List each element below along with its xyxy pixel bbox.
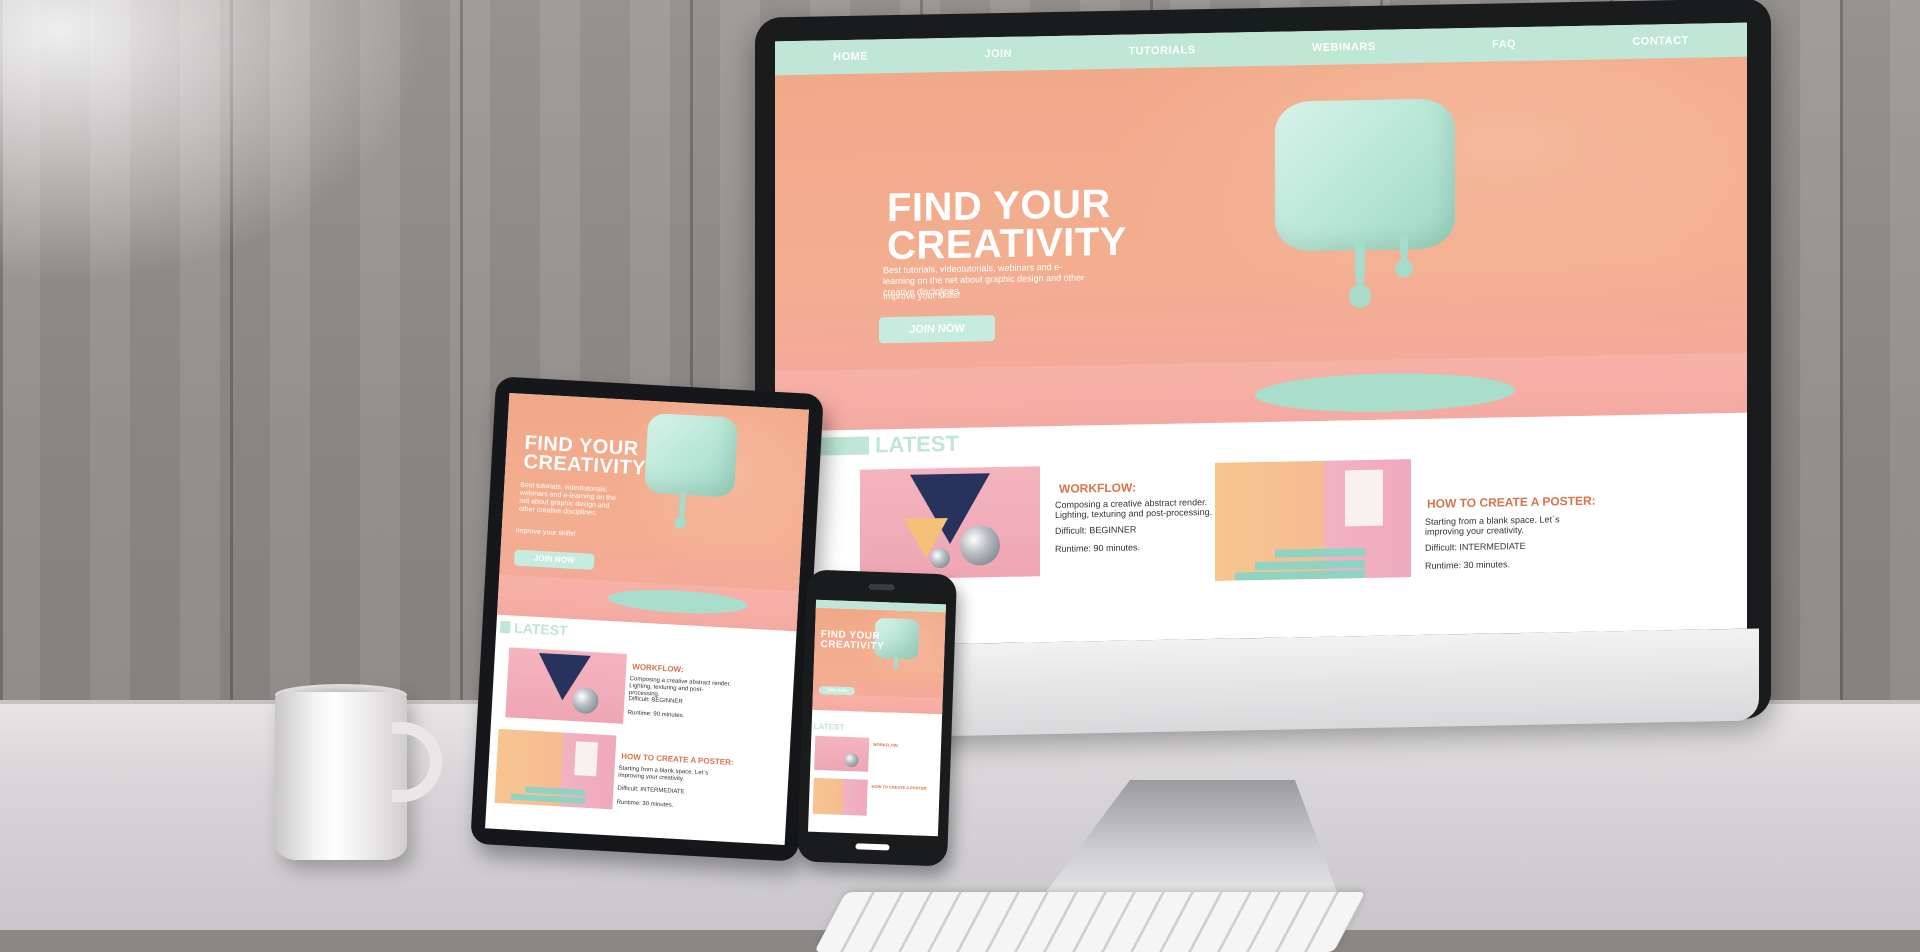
hero-tagline: Improve your skills! <box>515 527 576 538</box>
article-description: Composing a creative abstract render. Li… <box>1055 497 1213 520</box>
article-runtime: Runtime: 30 minutes. <box>616 799 674 809</box>
smartphone-device: FIND YOUR CREATIVITY JOIN NOW LATEST WOR… <box>796 569 958 867</box>
latest-heading: LATEST <box>499 619 569 639</box>
article-title[interactable]: HOW TO CREATE A POSTER: <box>872 784 928 791</box>
article-difficulty: Difficult: INTERMEDIATE <box>617 785 685 796</box>
article-title[interactable]: HOW TO CREATE A POSTER: <box>1427 494 1596 511</box>
chrome-sphere <box>930 547 950 569</box>
nav-faq[interactable]: FAQ <box>1492 38 1516 50</box>
hero-title-line2: CREATIVITY <box>887 219 1127 269</box>
article-runtime: Runtime: 30 minutes. <box>1425 559 1511 571</box>
latest-heading-text: LATEST <box>513 619 569 639</box>
tablet-device: FIND YOUR CREATIVITY Best tutorials, vid… <box>470 376 824 862</box>
cube-drop <box>1349 283 1371 309</box>
hero-title-line2: CREATIVITY <box>522 450 647 480</box>
chrome-sphere <box>960 525 1000 566</box>
floating-cube <box>644 412 739 498</box>
nav-webinars[interactable]: WEBINARS <box>1312 41 1376 54</box>
phone-home-indicator <box>855 843 890 851</box>
nav-contact[interactable]: CONTACT <box>1632 35 1688 48</box>
chrome-sphere <box>571 686 600 715</box>
article-description: Starting from a blank space. Let´s impro… <box>1425 514 1560 537</box>
cube-drop <box>1395 259 1413 278</box>
join-now-button[interactable]: JOIN NOW <box>513 549 595 570</box>
article-title[interactable]: WORKFLOW: <box>1059 480 1136 495</box>
workflow-thumbnail[interactable] <box>860 466 1040 580</box>
join-now-button[interactable]: JOIN NOW <box>818 685 856 696</box>
cube-drop <box>674 516 687 530</box>
phone-speaker <box>868 583 895 591</box>
nav-tutorials[interactable]: TUTORIALS <box>1128 44 1195 57</box>
cube-drip <box>1355 240 1365 291</box>
monitor-screen: FIND YOUR CREATIVITY Best tutorials, vid… <box>775 22 1747 648</box>
white-door <box>1345 469 1383 527</box>
hero-section: FIND YOUR CREATIVITY Best tutorials, vid… <box>775 22 1747 432</box>
keyboard <box>814 892 1366 952</box>
article-title[interactable]: HOW TO CREATE A POSTER: <box>621 752 734 767</box>
hero-tagline: Improve your skills! <box>883 289 961 302</box>
article-title[interactable]: WORKFLOW: <box>632 662 684 674</box>
stair-step <box>1255 560 1365 571</box>
latest-heading-text: LATEST <box>813 721 845 732</box>
hero-title: FIND YOUR CREATIVITY <box>522 432 647 480</box>
phone-screen: FIND YOUR CREATIVITY JOIN NOW LATEST WOR… <box>807 599 947 837</box>
article-runtime: Runtime: 90 minutes. <box>1055 542 1141 554</box>
latest-bar <box>499 620 511 634</box>
article-difficulty: Difficult: INTERMEDIATE <box>1425 540 1526 553</box>
hero-floor <box>812 693 943 715</box>
article-runtime: Runtime: 90 minutes. <box>627 710 685 720</box>
article-difficulty: Difficult: BEGINNER <box>1055 524 1137 536</box>
tablet-hero: FIND YOUR CREATIVITY Best tutorials, vid… <box>497 392 809 632</box>
hero-title: FIND YOUR CREATIVITY <box>887 182 1127 269</box>
white-door <box>574 741 599 777</box>
tablet-screen: FIND YOUR CREATIVITY Best tutorials, vid… <box>485 392 809 846</box>
article-title[interactable]: WORKFLOW: <box>873 742 899 748</box>
chrome-sphere <box>844 752 859 768</box>
hero-description: Best tutorials, videotutorials, webinars… <box>518 481 616 518</box>
latest-heading: LATEST <box>814 722 845 732</box>
article-description: Starting from a blank space. Let´s impro… <box>618 765 709 783</box>
hero-title-line2: CREATIVITY <box>820 638 885 652</box>
cube-drip <box>893 656 899 671</box>
nav-home[interactable]: HOME <box>833 51 868 64</box>
hero-title: FIND YOUR CREATIVITY <box>820 629 885 652</box>
join-now-button[interactable]: JOIN NOW <box>879 315 995 344</box>
coffee-mug-icon <box>275 692 407 860</box>
stair-step <box>1275 548 1365 558</box>
workflow-thumbnail[interactable] <box>505 647 628 724</box>
poster-thumbnail[interactable] <box>494 728 617 810</box>
floating-cube <box>1275 98 1455 252</box>
poster-thumbnail[interactable] <box>812 777 868 816</box>
phone-hero: FIND YOUR CREATIVITY JOIN NOW <box>812 607 946 715</box>
poster-thumbnail[interactable] <box>1215 459 1411 581</box>
latest-heading-text: LATEST <box>875 430 959 458</box>
stair-step <box>1235 570 1365 581</box>
latest-heading: LATEST <box>815 431 959 460</box>
workflow-thumbnail[interactable] <box>814 735 870 772</box>
nav-join[interactable]: JOIN <box>984 48 1012 61</box>
latest-bar <box>815 436 869 456</box>
